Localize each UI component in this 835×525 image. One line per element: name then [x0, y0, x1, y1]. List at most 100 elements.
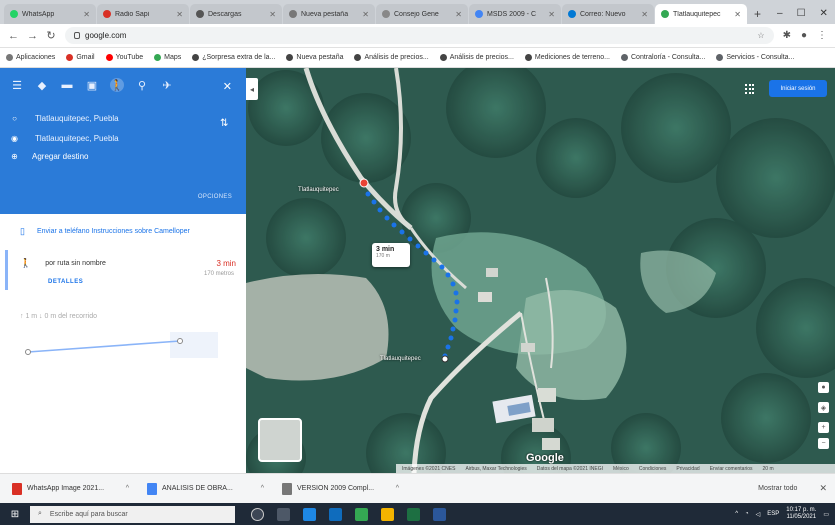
walk-icon[interactable]: 🚶 [110, 78, 124, 92]
menu-hamburger-icon[interactable]: ☰ [10, 78, 24, 92]
maximize-icon[interactable]: ☐ [797, 8, 806, 19]
url-text: google.com [85, 31, 127, 40]
minimize-icon[interactable]: – [777, 8, 783, 19]
browser-tab[interactable]: MSDS 2009 - C ✕ [469, 4, 561, 24]
bookmark-item[interactable]: Aplicaciones [6, 54, 55, 61]
transit-icon[interactable]: ▣ [85, 78, 99, 92]
excel-icon[interactable] [407, 507, 420, 521]
tab-close-icon[interactable]: ✕ [362, 10, 369, 19]
origin-label[interactable]: Tlatlauquitepec [380, 356, 421, 362]
download-item[interactable]: ANALISIS DE OBRA... ^ [143, 479, 268, 499]
close-window-icon[interactable]: ✕ [820, 8, 828, 19]
map-footer-item[interactable]: Privacidad [676, 466, 699, 472]
details-link[interactable]: DETALLES [48, 279, 83, 285]
tab-close-icon[interactable]: ✕ [83, 10, 90, 19]
bookmark-item[interactable]: Mediciones de terreno... [524, 54, 610, 61]
task-view-icon[interactable] [277, 507, 290, 521]
bookmark-item[interactable]: Gmail [66, 54, 95, 61]
bookmark-item[interactable]: Servicios - Consulta... [716, 54, 794, 61]
chevron-up-icon[interactable]: ^ [396, 485, 399, 492]
map-layer-toggle[interactable] [258, 418, 302, 462]
satellite-map[interactable]: ◂ Iniciar sesión Tlatlauquitepec Tlatlau… [246, 68, 835, 473]
browser-tab[interactable]: Descargas ✕ [190, 4, 282, 24]
browser-tab[interactable]: WhatsApp ✕ [4, 4, 96, 24]
back-icon[interactable]: ← [8, 30, 19, 42]
add-destination-row[interactable]: ⊕ Agregar destino [10, 152, 88, 161]
network-icon[interactable]: ◔ [745, 511, 749, 517]
windows-start-icon[interactable]: ⊞ [6, 509, 24, 520]
new-tab-button[interactable]: + [748, 7, 767, 24]
notifications-icon[interactable]: ▭ [823, 511, 829, 518]
browser-tab[interactable]: Tlatlauquitepec ✕ [655, 4, 747, 24]
chevron-up-icon[interactable]: ^ [126, 485, 129, 492]
route-option[interactable]: 🚶 por ruta sin nombre 3 min 170 metros D… [5, 250, 236, 290]
close-downloads-icon[interactable]: ✕ [819, 483, 827, 494]
extensions-icon[interactable]: ✱ [783, 30, 791, 41]
tab-close-icon[interactable]: ✕ [641, 10, 648, 19]
reload-icon[interactable]: ↻ [46, 29, 56, 42]
flight-icon[interactable]: ✈ [160, 78, 174, 92]
menu-icon[interactable]: ⋮ [817, 30, 827, 41]
file-explorer-icon[interactable] [381, 507, 394, 521]
clock[interactable]: 10:17 p. m. 11/05/2021 [786, 507, 816, 521]
signin-button[interactable]: Iniciar sesión [769, 80, 827, 97]
destination-label[interactable]: Tlatlauquitepec [298, 187, 339, 193]
bookmark-item[interactable]: Maps [154, 54, 181, 61]
chrome-icon[interactable] [355, 507, 368, 521]
cortana-icon[interactable] [251, 507, 264, 521]
bike-icon[interactable]: ⚲ [135, 78, 149, 92]
show-all-downloads-button[interactable]: Mostrar todo [758, 485, 797, 492]
directions-panel: ☰ ◆ ▬ ▣ 🚶 ⚲ ✈ ✕ ○ Tlatlauquitepec, Puebl… [0, 68, 246, 473]
bookmark-item[interactable]: Análisis de precios... [354, 54, 429, 61]
browser-tab[interactable]: Correo: Nuevo ✕ [562, 4, 654, 24]
origin-point[interactable] [441, 355, 449, 363]
car-icon[interactable]: ▬ [60, 78, 74, 92]
tab-close-icon[interactable]: ✕ [548, 10, 555, 19]
browser-tab[interactable]: Consejo Gene ✕ [376, 4, 468, 24]
language-indicator[interactable]: ESP [767, 511, 779, 517]
zoom-in-button[interactable]: + [818, 422, 829, 433]
bookmark-star-icon[interactable]: ☆ [757, 31, 764, 40]
send-to-phone-link[interactable]: ▯ Enviar a teléfano Instrucciones sobre … [20, 226, 190, 237]
tab-close-icon[interactable]: ✕ [269, 10, 276, 19]
map-footer-item[interactable]: Enviar comentarios [710, 466, 753, 472]
pegman-icon[interactable]: ● [818, 382, 829, 393]
bookmark-item[interactable]: ¿Sorpresa extra de la... [192, 54, 275, 61]
chevron-up-icon[interactable]: ^ [261, 485, 264, 492]
download-item[interactable]: WhatsApp Image 2021... ^ [8, 479, 133, 499]
tray-chevron-icon[interactable]: ^ [735, 511, 738, 517]
forward-icon[interactable]: → [27, 30, 38, 42]
google-apps-icon[interactable] [745, 84, 755, 94]
taskbar-search[interactable]: ⌕ Escribe aquí para buscar [30, 505, 235, 523]
collapse-panel-button[interactable]: ◂ [246, 78, 258, 100]
volume-icon[interactable]: ◁ [756, 511, 761, 518]
close-directions-icon[interactable]: ✕ [223, 80, 232, 93]
bookmark-item[interactable]: Nueva pestaña [286, 54, 343, 61]
bookmark-label: Gmail [76, 54, 95, 61]
origin-input[interactable]: Tlatlauquitepec, Puebla [32, 110, 202, 126]
profile-icon[interactable]: ● [801, 30, 807, 41]
download-item[interactable]: VERSION 2009 Compl... ^ [278, 479, 403, 499]
bookmark-item[interactable]: Análisis de precios... [439, 54, 514, 61]
mail-icon[interactable] [329, 507, 342, 521]
options-button[interactable]: OPCIONES [198, 194, 232, 200]
destination-input[interactable]: Tlatlauquitepec, Puebla [32, 130, 202, 146]
map-footer-item[interactable]: 20 m [763, 466, 774, 472]
tab-close-icon[interactable]: ✕ [455, 10, 462, 19]
address-bar[interactable]: google.com ☆ [65, 27, 774, 44]
tab-close-icon[interactable]: ✕ [734, 10, 741, 19]
compass-icon[interactable]: ◈ [818, 402, 829, 413]
bookmark-item[interactable]: Contraloría - Consulta... [621, 54, 705, 61]
route-time-bubble[interactable]: 3 min 170 m [372, 243, 410, 267]
browser-tab[interactable]: Nueva pestaña ✕ [283, 4, 375, 24]
map-footer-item[interactable]: Condiciones [639, 466, 667, 472]
word-icon[interactable] [433, 507, 446, 521]
browser-tab[interactable]: Radio Sapi ✕ [97, 4, 189, 24]
destination-pin[interactable] [359, 178, 369, 188]
bookmark-item[interactable]: YouTube [105, 54, 143, 61]
best-route-icon[interactable]: ◆ [35, 78, 49, 92]
edge-icon[interactable] [303, 507, 316, 521]
swap-icon[interactable]: ⇅ [220, 118, 228, 129]
zoom-out-button[interactable]: − [818, 438, 829, 449]
tab-close-icon[interactable]: ✕ [176, 10, 183, 19]
